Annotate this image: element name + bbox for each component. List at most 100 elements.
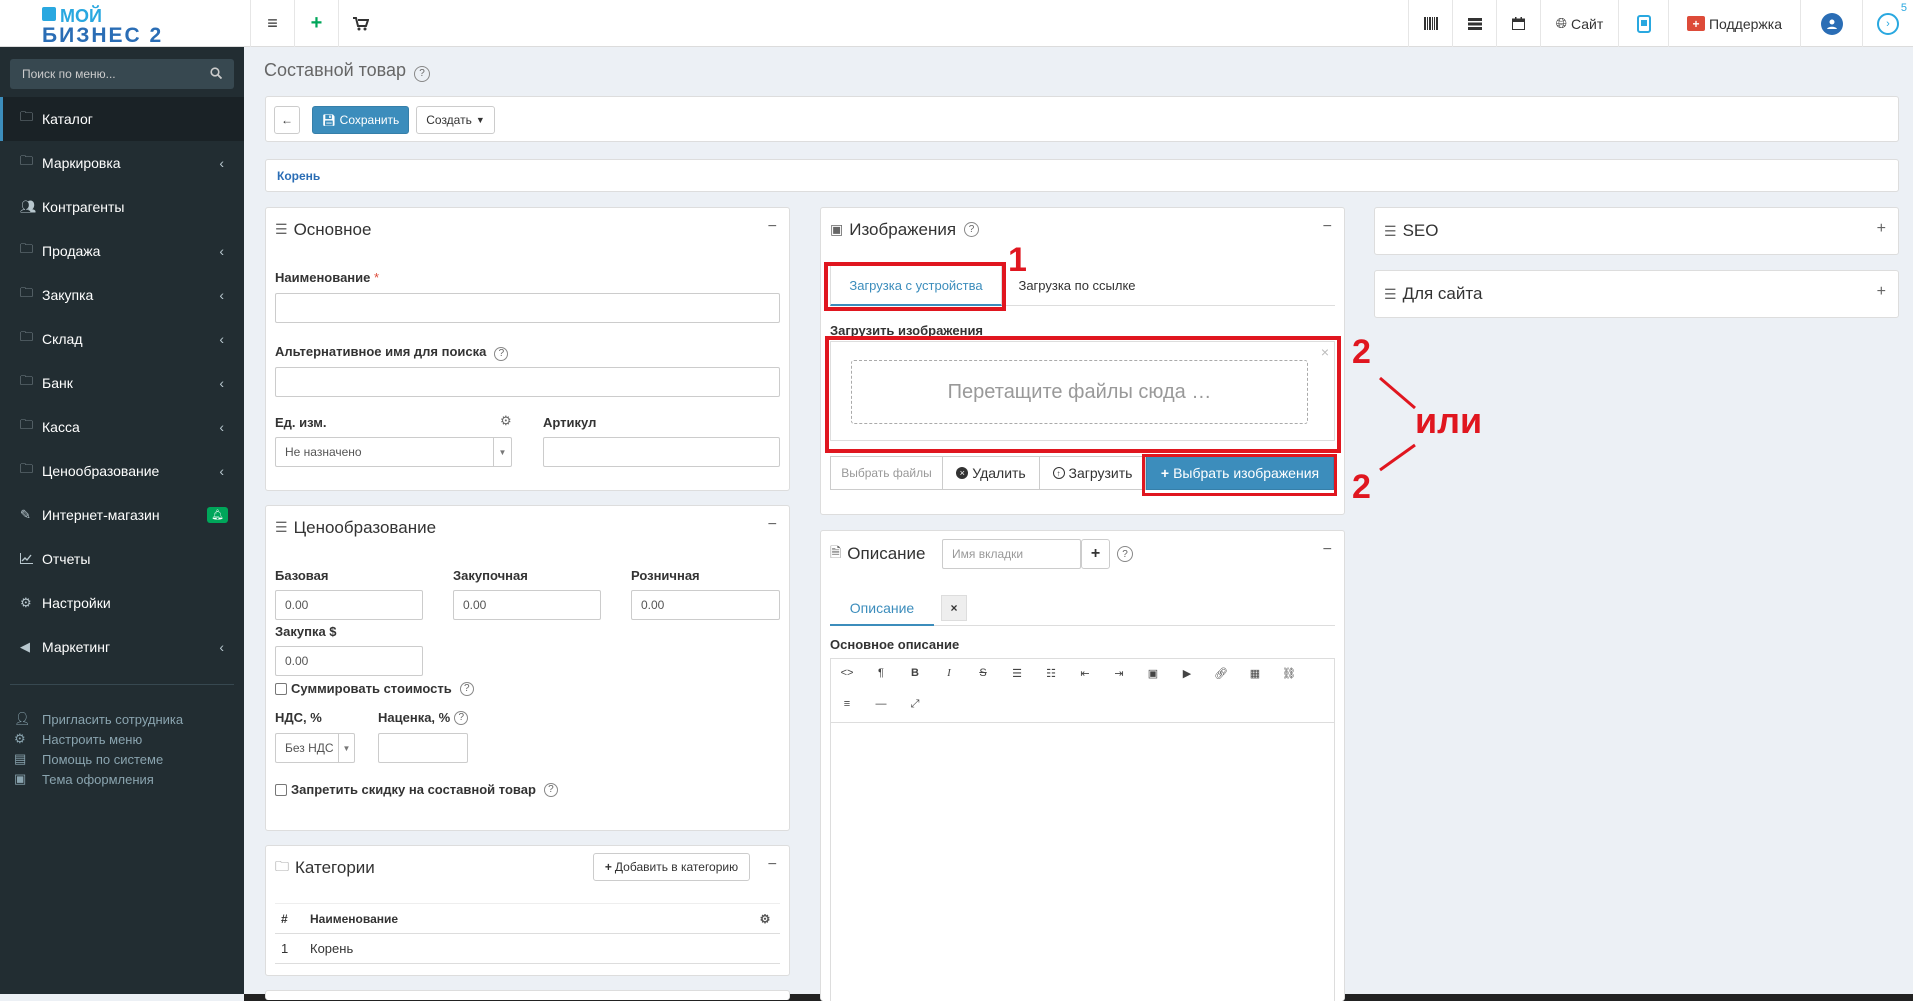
purchase-usd-field[interactable]: 0.00 (275, 646, 423, 676)
users-icon: 👥︎ (20, 199, 37, 214)
back-button[interactable]: ← (274, 106, 300, 134)
gear-icon[interactable]: ⚙ (500, 413, 512, 429)
collapse-icon[interactable]: − (768, 516, 777, 534)
add-tab-button[interactable]: + (1081, 539, 1110, 569)
link-icon[interactable]: 🔗︎ (1211, 667, 1231, 680)
fullscreen-icon[interactable]: ⤢ (905, 698, 925, 711)
sidebar-search-input[interactable]: Поиск по меню... (10, 59, 234, 89)
collapse-icon[interactable]: − (1323, 218, 1332, 236)
retail-price-field[interactable]: 0.00 (631, 590, 780, 620)
table-icon[interactable]: ▦ (1245, 667, 1265, 680)
bold-icon[interactable]: B (905, 667, 925, 679)
annotation-box-dropzone (825, 336, 1341, 453)
create-dropdown[interactable]: Создать ▼ (416, 106, 495, 134)
site-button[interactable]: 🌐︎ Сайт (1540, 0, 1618, 47)
for-site-panel: ☰ Для сайта + (1374, 270, 1899, 318)
collapse-icon[interactable]: − (1323, 541, 1332, 559)
collapse-icon[interactable]: − (768, 856, 777, 874)
folder-icon: 🗀︎ (20, 285, 34, 300)
sidebar-item-contractors[interactable]: 👥︎ Контрагенты (0, 185, 244, 229)
ordered-list-icon[interactable]: ☷ (1041, 667, 1061, 680)
configure-menu-link[interactable]: ⚙ Настроить меню (14, 731, 142, 747)
unlink-icon[interactable]: ⛓︎ (1279, 667, 1299, 680)
code-view-icon[interactable]: <> (837, 667, 857, 679)
outdent-icon[interactable]: ⇤ (1075, 667, 1095, 680)
cart-icon[interactable] (338, 0, 382, 47)
logo[interactable]: МОЙ БИЗНЕС 2 (0, 0, 244, 47)
expand-icon[interactable]: + (1877, 220, 1886, 238)
delete-button[interactable]: × Удалить (943, 456, 1040, 490)
help-icon[interactable]: ? (414, 65, 431, 82)
invite-employee-link[interactable]: 👤︎ Пригласить сотрудника (14, 711, 183, 727)
remove-tab-button[interactable]: × (941, 595, 967, 621)
sum-cost-checkbox[interactable] (275, 682, 287, 695)
support-button[interactable]: + Поддержка (1668, 0, 1800, 47)
tab-description[interactable]: Описание (830, 591, 934, 626)
sidebar-item-purchase[interactable]: 🗀︎ Закупка ‹ (0, 273, 244, 317)
image-icon[interactable]: ▣ (1143, 667, 1163, 680)
sidebar-item-marketing[interactable]: ◀ Маркетинг ‹ (0, 625, 244, 669)
barcode-icon[interactable] (1408, 0, 1452, 47)
help-link[interactable]: ▤ Помощь по системе (14, 751, 163, 767)
seo-panel-header[interactable]: ☰ SEO + (1375, 208, 1898, 254)
app-icon[interactable] (1618, 0, 1668, 47)
sidebar-item-catalog[interactable]: 🗀︎ Каталог (0, 97, 244, 141)
tab-name-input[interactable]: Имя вкладки (942, 539, 1081, 569)
menu-toggle-icon[interactable]: ≡ (250, 0, 294, 47)
for-site-panel-header[interactable]: ☰ Для сайта + (1375, 271, 1898, 317)
notifications-button[interactable]: › 5 (1862, 0, 1913, 47)
chevron-left-icon: ‹ (219, 331, 224, 347)
indent-icon[interactable]: ⇥ (1109, 667, 1129, 680)
theme-link[interactable]: ▣ Тема оформления (14, 771, 154, 787)
help-icon[interactable]: ? (1117, 546, 1133, 562)
vat-select[interactable]: Без НДС ▼ (275, 733, 355, 763)
add-to-category-button[interactable]: + Добавить в категорию (593, 853, 750, 881)
markup-field[interactable] (378, 733, 468, 763)
help-icon[interactable]: ? (459, 681, 474, 696)
italic-icon[interactable]: I (939, 667, 959, 679)
video-icon[interactable]: ▶ (1177, 667, 1197, 680)
sidebar-item-bank[interactable]: 🗀︎ Банк ‹ (0, 361, 244, 405)
sidebar-item-marking[interactable]: 🗀︎ Маркировка ‹ (0, 141, 244, 185)
upload-label: Загрузить (1068, 465, 1133, 481)
calendar-icon[interactable] (1496, 0, 1540, 47)
sidebar-item-cash[interactable]: 🗀︎ Касса ‹ (0, 405, 244, 449)
user-avatar[interactable] (1800, 0, 1862, 47)
unordered-list-icon[interactable]: ☰ (1007, 667, 1027, 680)
expand-icon[interactable]: + (1877, 283, 1886, 301)
sidebar-item-pricing[interactable]: 🗀︎ Ценообразование ‹ (0, 449, 244, 493)
base-price-field[interactable]: 0.00 (275, 590, 423, 620)
upload-button[interactable]: ↑ Загрузить (1040, 456, 1146, 490)
search-icon[interactable] (210, 66, 223, 82)
unit-select[interactable]: Не назначено ▼ (275, 437, 512, 467)
sidebar-item-warehouse[interactable]: 🗀︎ Склад ‹ (0, 317, 244, 361)
align-left-icon[interactable]: ≡ (837, 698, 857, 710)
horizontal-rule-icon[interactable]: — (871, 698, 891, 710)
sidebar-item-reports[interactable]: Отчеты (0, 537, 244, 581)
help-icon[interactable]: ? (454, 710, 469, 725)
breadcrumb-root[interactable]: Корень (277, 169, 320, 183)
collapse-icon[interactable]: − (768, 218, 777, 236)
server-icon[interactable] (1452, 0, 1496, 47)
save-button[interactable]: 💾︎ Сохранить (312, 106, 409, 134)
add-icon[interactable]: + (294, 0, 338, 47)
choose-files-button[interactable]: Выбрать файлы (830, 456, 943, 490)
purchase-price-field[interactable]: 0.00 (453, 590, 601, 620)
name-field[interactable] (275, 293, 780, 323)
help-icon[interactable]: ? (494, 346, 509, 361)
sidebar-item-settings[interactable]: ⚙ Настройки (0, 581, 244, 625)
editor-content[interactable] (831, 723, 1334, 1001)
paragraph-icon[interactable]: ¶ (871, 667, 891, 679)
purchase-usd-label: Закупка $ (275, 624, 337, 639)
help-icon[interactable]: ? (543, 782, 558, 797)
gear-icon[interactable]: ⚙ (750, 912, 780, 926)
strikethrough-icon[interactable]: S (973, 667, 993, 679)
table-row[interactable]: 1 Корень (275, 934, 780, 964)
sidebar-item-online-store[interactable]: ✎ Интернет-магазин 🔔︎ (0, 493, 244, 537)
sidebar-item-sales[interactable]: 🗀︎ Продажа ‹ (0, 229, 244, 273)
article-field[interactable] (543, 437, 780, 467)
magic-icon: ✎ (20, 507, 31, 522)
help-icon[interactable]: ? (964, 222, 980, 237)
no-discount-checkbox[interactable] (275, 783, 287, 796)
alt-name-field[interactable] (275, 367, 780, 397)
